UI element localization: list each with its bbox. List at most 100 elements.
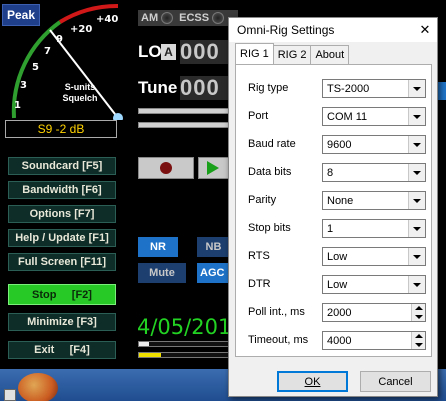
minimize-button[interactable]: Minimize [F3] bbox=[8, 313, 116, 331]
button-label: Help / Update bbox=[15, 232, 86, 244]
select-value: None bbox=[327, 195, 354, 207]
close-icon[interactable]: ✕ bbox=[415, 20, 435, 40]
port-select[interactable]: COM 11 bbox=[322, 107, 426, 126]
play-icon bbox=[207, 161, 219, 175]
agc-button[interactable]: AGC S bbox=[197, 263, 230, 283]
help-update-button[interactable]: Help / Update [F1] bbox=[8, 229, 116, 247]
tab-rig-1[interactable]: RIG 1 bbox=[235, 43, 274, 64]
mode-am-button[interactable]: AM bbox=[138, 12, 176, 24]
s-meter-tick: +20 bbox=[70, 24, 93, 35]
chevron-down-icon[interactable] bbox=[408, 276, 425, 293]
cancel-button[interactable]: Cancel bbox=[360, 371, 431, 392]
record-button[interactable] bbox=[138, 157, 194, 179]
select-value: 9600 bbox=[327, 139, 352, 151]
record-icon bbox=[160, 162, 172, 174]
bandwidth-button[interactable]: Bandwidth [F6] bbox=[8, 181, 116, 199]
lo-label: LO bbox=[138, 42, 162, 61]
s-units-label: S-units bbox=[64, 82, 96, 92]
chevron-down-icon[interactable] bbox=[408, 108, 425, 125]
button-label: Full Screen bbox=[17, 256, 78, 268]
button-shortcut: [F5] bbox=[82, 160, 103, 172]
tab-about[interactable]: About bbox=[310, 45, 350, 64]
rts-label: RTS bbox=[248, 250, 270, 262]
chevron-down-icon[interactable] bbox=[408, 80, 425, 97]
select-value: Low bbox=[327, 251, 348, 263]
rts-select[interactable]: Low bbox=[322, 247, 426, 266]
s-meter-readout: S9 -2 dB bbox=[5, 120, 117, 138]
full-screen-button[interactable]: Full Screen [F11] bbox=[8, 253, 116, 271]
dtr-label: DTR bbox=[248, 278, 271, 290]
side-panel-tab[interactable] bbox=[437, 82, 446, 100]
chevron-down-icon[interactable] bbox=[408, 164, 425, 181]
rig-type-label: Rig type bbox=[248, 82, 289, 94]
level-meter bbox=[138, 341, 230, 347]
firefox-icon[interactable] bbox=[18, 373, 58, 401]
app-window: Peak 1 3 5 7 9 +20 +40 S-units Squelch S… bbox=[0, 0, 446, 401]
peak-button[interactable]: Peak bbox=[2, 4, 40, 26]
spin-arrows-icon[interactable] bbox=[411, 332, 425, 349]
audio-meter bbox=[138, 352, 230, 358]
chevron-down-icon[interactable] bbox=[408, 220, 425, 237]
lo-frequency-display[interactable]: 000 bbox=[180, 40, 230, 64]
tune-slider[interactable] bbox=[138, 108, 230, 114]
audio-fill bbox=[139, 353, 161, 357]
button-label: Minimize bbox=[27, 316, 74, 328]
stop-bits-select[interactable]: 1 bbox=[322, 219, 426, 238]
baud-rate-select[interactable]: 9600 bbox=[322, 135, 426, 154]
rig-type-select[interactable]: TS-2000 bbox=[322, 79, 426, 98]
squelch-label: Squelch bbox=[62, 93, 98, 103]
timeout-spinner[interactable]: 4000 bbox=[322, 331, 426, 350]
select-value: 1 bbox=[327, 223, 334, 235]
options-button[interactable]: Options [F7] bbox=[8, 205, 116, 223]
baud-rate-label: Baud rate bbox=[248, 138, 296, 150]
stop-button[interactable]: Stop [F2] bbox=[8, 284, 116, 305]
s-meter-tick: 3 bbox=[20, 80, 27, 91]
play-button[interactable] bbox=[198, 157, 230, 179]
ok-button[interactable]: OK bbox=[277, 371, 348, 392]
chevron-down-icon[interactable] bbox=[408, 248, 425, 265]
soundcard-button[interactable]: Soundcard [F5] bbox=[8, 157, 116, 175]
button-shortcut: [F3] bbox=[76, 316, 97, 328]
chevron-down-icon[interactable] bbox=[408, 136, 425, 153]
mode-ecss-label: ECSS bbox=[179, 12, 210, 24]
chevron-down-icon[interactable] bbox=[408, 192, 425, 209]
knob-icon bbox=[161, 12, 174, 24]
shortcut-icon[interactable] bbox=[4, 389, 16, 401]
rig-settings-panel: Rig type TS-2000 Port COM 11 Baud rate 9… bbox=[235, 64, 432, 357]
data-bits-select[interactable]: 8 bbox=[322, 163, 426, 182]
level-fill bbox=[139, 342, 149, 346]
dtr-select[interactable]: Low bbox=[322, 275, 426, 294]
spinner-value: 2000 bbox=[327, 307, 352, 319]
s-meter: Peak 1 3 5 7 9 +20 +40 S-units Squelch S… bbox=[0, 0, 130, 148]
nb-button[interactable]: NB bbox=[197, 237, 230, 257]
fine-tune-slider[interactable] bbox=[138, 122, 230, 128]
mode-am-label: AM bbox=[141, 12, 159, 24]
poll-interval-label: Poll int., ms bbox=[248, 306, 305, 318]
tab-rig-2[interactable]: RIG 2 bbox=[272, 45, 312, 64]
dialog-titlebar[interactable]: Omni-Rig Settings ✕ bbox=[229, 18, 437, 42]
button-label: Stop bbox=[32, 288, 57, 301]
vfo-a-button[interactable]: A bbox=[161, 44, 176, 60]
spinner-value: 4000 bbox=[327, 335, 352, 347]
button-shortcut: [F1] bbox=[88, 232, 109, 244]
poll-interval-spinner[interactable]: 2000 bbox=[322, 303, 426, 322]
parity-select[interactable]: None bbox=[322, 191, 426, 210]
exit-button[interactable]: Exit [F4] bbox=[8, 341, 116, 359]
button-label: Soundcard bbox=[21, 160, 80, 172]
select-value: Low bbox=[327, 279, 348, 291]
mode-ecss-button[interactable]: ECSS bbox=[176, 12, 227, 24]
spin-arrows-icon[interactable] bbox=[411, 304, 425, 321]
button-label: Bandwidth bbox=[22, 184, 79, 196]
omni-rig-settings-dialog: Omni-Rig Settings ✕ RIG 1 RIG 2 About Ri… bbox=[228, 17, 438, 397]
mute-button[interactable]: Mute bbox=[138, 263, 186, 283]
ok-label: OK bbox=[304, 375, 321, 388]
nr-button[interactable]: NR bbox=[138, 237, 178, 257]
parity-label: Parity bbox=[248, 194, 277, 206]
select-value: TS-2000 bbox=[327, 83, 370, 95]
tune-frequency-display[interactable]: 000 bbox=[180, 76, 230, 100]
tab-strip: RIG 1 RIG 2 About bbox=[235, 43, 350, 65]
timeout-label: Timeout, ms bbox=[248, 334, 309, 346]
select-value: 8 bbox=[327, 167, 334, 179]
button-shortcut: [F7] bbox=[74, 208, 95, 220]
s-meter-tick: +40 bbox=[96, 14, 119, 25]
